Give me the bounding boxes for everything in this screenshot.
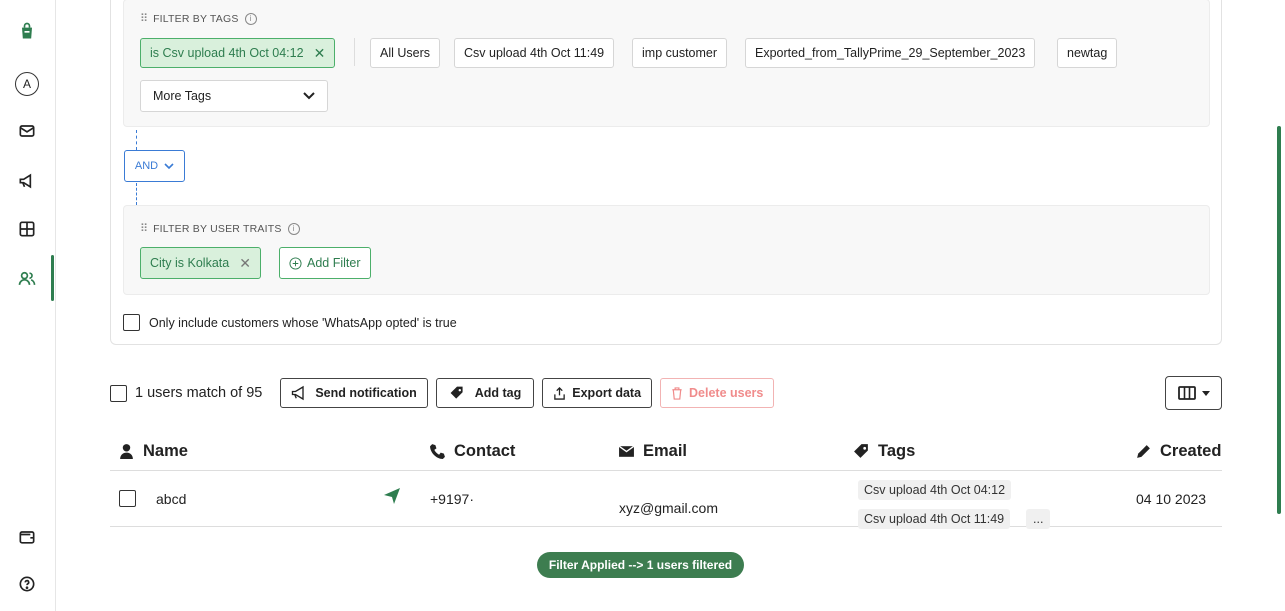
traits-filter-section: ⠿ FILTER BY USER TRAITS i City is Kolkat… xyxy=(123,205,1210,295)
column-email[interactable]: Email xyxy=(618,442,687,461)
chevron-down-icon xyxy=(303,92,315,100)
tags-icon xyxy=(854,444,868,458)
caret-down-icon xyxy=(1201,390,1210,396)
connector-line xyxy=(136,183,137,205)
remove-trait-icon[interactable]: ✕ xyxy=(239,255,251,272)
filter-applied-toast: Filter Applied --> 1 users filtered xyxy=(537,552,744,578)
left-rail: A xyxy=(0,0,56,611)
tag-icon xyxy=(450,386,463,399)
help-icon[interactable] xyxy=(14,571,40,597)
bulk-actions-toolbar: 1 users match of 95 Send notification Ad… xyxy=(110,377,782,409)
column-created[interactable]: Created xyxy=(1135,442,1221,461)
more-tags-indicator[interactable]: ... xyxy=(1026,509,1051,529)
grid-icon[interactable] xyxy=(14,216,40,242)
scrollbar[interactable] xyxy=(1277,126,1281,514)
export-data-button[interactable]: Export data xyxy=(542,378,653,408)
divider xyxy=(354,38,355,66)
select-all-checkbox[interactable] xyxy=(110,384,127,402)
active-indicator xyxy=(51,255,54,301)
add-filter-button[interactable]: Add Filter xyxy=(279,247,371,279)
whatsapp-opt-checkbox[interactable] xyxy=(123,314,140,331)
column-tags[interactable]: Tags xyxy=(853,442,915,461)
user-email: xyz@gmail.com xyxy=(619,500,719,516)
applied-tag-chip[interactable]: is Csv upload 4th Oct 04:12 ✕ xyxy=(140,38,336,68)
megaphone-icon xyxy=(292,385,305,401)
tags-filter-title: ⠿ FILTER BY TAGS i xyxy=(140,12,257,25)
plus-circle-icon xyxy=(289,256,302,270)
applied-trait-chip[interactable]: City is Kolkata ✕ xyxy=(140,247,261,279)
user-name[interactable]: abcd xyxy=(156,491,186,507)
whatsapp-opt-row: Only include customers whose 'WhatsApp o… xyxy=(123,314,457,331)
user-contact: +9197· xyxy=(430,491,474,507)
operator-dropdown[interactable]: AND xyxy=(124,150,185,182)
tag-option-exported-tallyprime[interactable]: Exported_from_TallyPrime_29_September_20… xyxy=(745,38,1036,68)
export-icon xyxy=(554,386,566,400)
app-logo-icon[interactable] xyxy=(14,18,40,44)
send-message-icon[interactable] xyxy=(382,486,402,506)
avatar[interactable]: A xyxy=(15,72,39,96)
trash-icon xyxy=(672,386,682,400)
megaphone-icon[interactable] xyxy=(14,168,40,194)
users-icon[interactable] xyxy=(14,266,40,292)
add-tag-button[interactable]: Add tag xyxy=(435,378,535,408)
phone-icon xyxy=(430,444,445,459)
columns-menu-button[interactable] xyxy=(1165,376,1222,410)
person-icon xyxy=(120,444,133,459)
column-contact[interactable]: Contact xyxy=(429,442,515,461)
tag-option-newtag[interactable]: newtag xyxy=(1057,38,1118,68)
remove-tag-icon[interactable]: ✕ xyxy=(314,45,326,62)
send-notification-button[interactable]: Send notification xyxy=(280,378,428,408)
row-checkbox[interactable] xyxy=(119,490,136,507)
tag-option-imp-customer[interactable]: imp customer xyxy=(632,38,728,68)
info-icon[interactable]: i xyxy=(287,222,300,235)
envelope-icon xyxy=(618,445,635,457)
table-row[interactable]: abcd +9197· xyz@gmail.com Csv upload 4th… xyxy=(110,471,1222,529)
users-table-header: Name Contact Email Tags Created xyxy=(110,437,1222,471)
tag-option-all-users[interactable]: All Users xyxy=(370,38,441,68)
chevron-down-icon xyxy=(164,162,174,169)
drag-handle-icon[interactable]: ⠿ xyxy=(140,222,148,235)
user-created-date: 04 10 2023 xyxy=(1136,491,1207,507)
info-icon[interactable]: i xyxy=(244,12,257,25)
columns-icon xyxy=(1177,386,1196,400)
more-tags-dropdown[interactable]: More Tags xyxy=(140,80,328,112)
mail-icon[interactable] xyxy=(14,118,40,144)
tags-filter-section: ⠿ FILTER BY TAGS i is Csv upload 4th Oct… xyxy=(123,0,1210,127)
delete-users-button[interactable]: Delete users xyxy=(660,378,775,408)
drag-handle-icon[interactable]: ⠿ xyxy=(140,12,148,25)
wallet-icon[interactable] xyxy=(14,524,40,550)
traits-filter-title: ⠿ FILTER BY USER TRAITS i xyxy=(140,222,300,235)
user-tag: Csv upload 4th Oct 04:12 xyxy=(858,480,1012,500)
filter-panel: ⠿ FILTER BY TAGS i is Csv upload 4th Oct… xyxy=(110,0,1222,345)
pencil-icon xyxy=(1137,445,1150,458)
column-name[interactable]: Name xyxy=(118,442,188,461)
connector-line xyxy=(136,130,137,150)
user-tag: Csv upload 4th Oct 11:49 xyxy=(858,509,1011,529)
tag-option-csv-upload[interactable]: Csv upload 4th Oct 11:49 xyxy=(454,38,615,68)
match-count: 1 users match of 95 xyxy=(110,384,262,402)
